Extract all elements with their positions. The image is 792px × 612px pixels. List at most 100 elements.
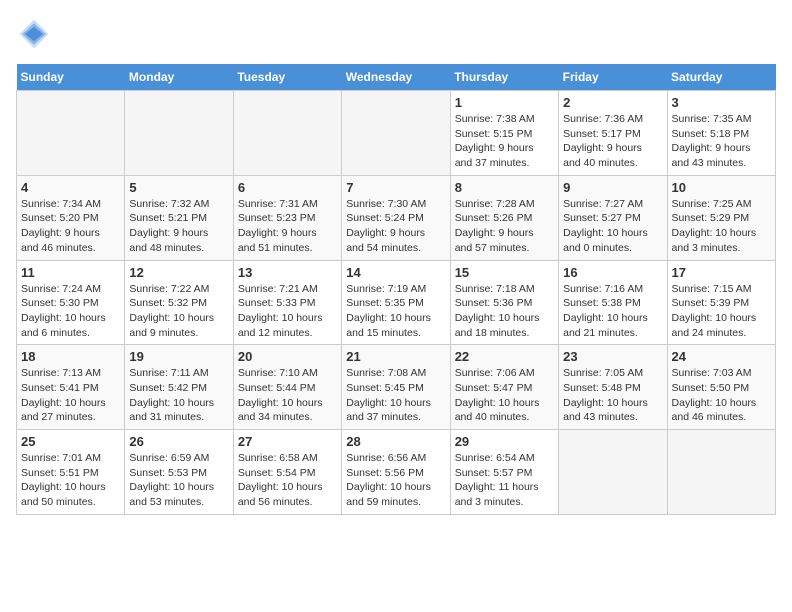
day-number: 5	[129, 180, 228, 195]
day-info: Sunrise: 7:25 AM Sunset: 5:29 PM Dayligh…	[672, 197, 771, 256]
calendar-week-row: 4 Sunrise: 7:34 AM Sunset: 5:20 PM Daylig…	[17, 175, 776, 260]
day-number: 23	[563, 349, 662, 364]
calendar-cell: 9Sunrise: 7:27 AM Sunset: 5:27 PM Daylig…	[559, 175, 667, 260]
calendar-week-row: 18 Sunrise: 7:13 AM Sunset: 5:41 PM Dayli…	[17, 345, 776, 430]
calendar-cell	[342, 91, 450, 176]
weekday-header-sunday: Sunday	[17, 64, 125, 91]
calendar-cell: 16 Sunrise: 7:16 AM Sunset: 5:38 PM Dayli…	[559, 260, 667, 345]
calendar-cell: 20 Sunrise: 7:10 AM Sunset: 5:44 PM Dayli…	[233, 345, 341, 430]
calendar-cell	[667, 430, 775, 515]
header	[16, 16, 776, 52]
day-info: Sunrise: 7:24 AM Sunset: 5:30 PM Dayligh…	[21, 282, 120, 341]
calendar-week-row: 11 Sunrise: 7:24 AM Sunset: 5:30 PM Dayli…	[17, 260, 776, 345]
day-number: 28	[346, 434, 445, 449]
day-info: Sunrise: 7:08 AM Sunset: 5:45 PM Dayligh…	[346, 366, 445, 425]
calendar-cell: 12 Sunrise: 7:22 AM Sunset: 5:32 PM Dayli…	[125, 260, 233, 345]
calendar-cell: 18 Sunrise: 7:13 AM Sunset: 5:41 PM Dayli…	[17, 345, 125, 430]
calendar-cell: 7Sunrise: 7:30 AM Sunset: 5:24 PM Daylig…	[342, 175, 450, 260]
calendar-cell: 4 Sunrise: 7:34 AM Sunset: 5:20 PM Daylig…	[17, 175, 125, 260]
calendar-cell: 28 Sunrise: 6:56 AM Sunset: 5:56 PM Dayli…	[342, 430, 450, 515]
day-info: Sunrise: 7:36 AM Sunset: 5:17 PM Dayligh…	[563, 112, 662, 171]
calendar-header: SundayMondayTuesdayWednesdayThursdayFrid…	[17, 64, 776, 91]
weekday-header-friday: Friday	[559, 64, 667, 91]
calendar-cell: 8 Sunrise: 7:28 AM Sunset: 5:26 PM Daylig…	[450, 175, 558, 260]
calendar-cell: 27Sunrise: 6:58 AM Sunset: 5:54 PM Dayli…	[233, 430, 341, 515]
day-number: 8	[455, 180, 554, 195]
calendar-cell: 29Sunrise: 6:54 AM Sunset: 5:57 PM Dayli…	[450, 430, 558, 515]
calendar-table: SundayMondayTuesdayWednesdayThursdayFrid…	[16, 64, 776, 515]
calendar-cell: 19 Sunrise: 7:11 AM Sunset: 5:42 PM Dayli…	[125, 345, 233, 430]
day-number: 1	[455, 95, 554, 110]
calendar-week-row: 1 Sunrise: 7:38 AM Sunset: 5:15 PM Daylig…	[17, 91, 776, 176]
day-info: Sunrise: 7:05 AM Sunset: 5:48 PM Dayligh…	[563, 366, 662, 425]
calendar-body: 1 Sunrise: 7:38 AM Sunset: 5:15 PM Daylig…	[17, 91, 776, 515]
day-info: Sunrise: 7:31 AM Sunset: 5:23 PM Dayligh…	[238, 197, 337, 256]
calendar-cell: 26Sunrise: 6:59 AM Sunset: 5:53 PM Dayli…	[125, 430, 233, 515]
day-number: 18	[21, 349, 120, 364]
day-info: Sunrise: 7:15 AM Sunset: 5:39 PM Dayligh…	[672, 282, 771, 341]
calendar-cell: 13 Sunrise: 7:21 AM Sunset: 5:33 PM Dayli…	[233, 260, 341, 345]
day-number: 20	[238, 349, 337, 364]
day-info: Sunrise: 7:01 AM Sunset: 5:51 PM Dayligh…	[21, 451, 120, 510]
weekday-header-row: SundayMondayTuesdayWednesdayThursdayFrid…	[17, 64, 776, 91]
calendar-cell: 11 Sunrise: 7:24 AM Sunset: 5:30 PM Dayli…	[17, 260, 125, 345]
day-info: Sunrise: 7:21 AM Sunset: 5:33 PM Dayligh…	[238, 282, 337, 341]
calendar-cell: 2 Sunrise: 7:36 AM Sunset: 5:17 PM Daylig…	[559, 91, 667, 176]
day-number: 29	[455, 434, 554, 449]
day-number: 12	[129, 265, 228, 280]
day-info: Sunrise: 7:06 AM Sunset: 5:47 PM Dayligh…	[455, 366, 554, 425]
calendar-cell	[233, 91, 341, 176]
calendar-cell	[125, 91, 233, 176]
calendar-cell: 24Sunrise: 7:03 AM Sunset: 5:50 PM Dayli…	[667, 345, 775, 430]
day-number: 22	[455, 349, 554, 364]
calendar-cell: 3Sunrise: 7:35 AM Sunset: 5:18 PM Daylig…	[667, 91, 775, 176]
day-info: Sunrise: 7:18 AM Sunset: 5:36 PM Dayligh…	[455, 282, 554, 341]
day-number: 2	[563, 95, 662, 110]
day-number: 7	[346, 180, 445, 195]
calendar-cell: 5 Sunrise: 7:32 AM Sunset: 5:21 PM Daylig…	[125, 175, 233, 260]
day-number: 14	[346, 265, 445, 280]
day-number: 11	[21, 265, 120, 280]
day-number: 25	[21, 434, 120, 449]
day-info: Sunrise: 6:56 AM Sunset: 5:56 PM Dayligh…	[346, 451, 445, 510]
day-info: Sunrise: 7:19 AM Sunset: 5:35 PM Dayligh…	[346, 282, 445, 341]
calendar-cell: 15 Sunrise: 7:18 AM Sunset: 5:36 PM Dayli…	[450, 260, 558, 345]
day-number: 9	[563, 180, 662, 195]
day-number: 19	[129, 349, 228, 364]
day-info: Sunrise: 7:03 AM Sunset: 5:50 PM Dayligh…	[672, 366, 771, 425]
day-info: Sunrise: 7:11 AM Sunset: 5:42 PM Dayligh…	[129, 366, 228, 425]
day-info: Sunrise: 7:16 AM Sunset: 5:38 PM Dayligh…	[563, 282, 662, 341]
calendar-cell: 21Sunrise: 7:08 AM Sunset: 5:45 PM Dayli…	[342, 345, 450, 430]
weekday-header-thursday: Thursday	[450, 64, 558, 91]
day-number: 3	[672, 95, 771, 110]
calendar-cell: 1 Sunrise: 7:38 AM Sunset: 5:15 PM Daylig…	[450, 91, 558, 176]
day-number: 16	[563, 265, 662, 280]
day-number: 4	[21, 180, 120, 195]
weekday-header-monday: Monday	[125, 64, 233, 91]
day-info: Sunrise: 7:32 AM Sunset: 5:21 PM Dayligh…	[129, 197, 228, 256]
logo-icon	[16, 16, 52, 52]
day-number: 13	[238, 265, 337, 280]
day-number: 17	[672, 265, 771, 280]
day-number: 15	[455, 265, 554, 280]
calendar-cell: 6 Sunrise: 7:31 AM Sunset: 5:23 PM Daylig…	[233, 175, 341, 260]
day-info: Sunrise: 7:34 AM Sunset: 5:20 PM Dayligh…	[21, 197, 120, 256]
day-info: Sunrise: 7:10 AM Sunset: 5:44 PM Dayligh…	[238, 366, 337, 425]
calendar-cell: 17 Sunrise: 7:15 AM Sunset: 5:39 PM Dayli…	[667, 260, 775, 345]
day-info: Sunrise: 7:22 AM Sunset: 5:32 PM Dayligh…	[129, 282, 228, 341]
calendar-cell: 10Sunrise: 7:25 AM Sunset: 5:29 PM Dayli…	[667, 175, 775, 260]
calendar-cell: 23 Sunrise: 7:05 AM Sunset: 5:48 PM Dayli…	[559, 345, 667, 430]
day-info: Sunrise: 6:58 AM Sunset: 5:54 PM Dayligh…	[238, 451, 337, 510]
day-info: Sunrise: 7:28 AM Sunset: 5:26 PM Dayligh…	[455, 197, 554, 256]
calendar-cell	[17, 91, 125, 176]
calendar-week-row: 25 Sunrise: 7:01 AM Sunset: 5:51 PM Dayli…	[17, 430, 776, 515]
day-number: 6	[238, 180, 337, 195]
calendar-cell: 14 Sunrise: 7:19 AM Sunset: 5:35 PM Dayli…	[342, 260, 450, 345]
day-info: Sunrise: 7:13 AM Sunset: 5:41 PM Dayligh…	[21, 366, 120, 425]
calendar-cell: 22 Sunrise: 7:06 AM Sunset: 5:47 PM Dayli…	[450, 345, 558, 430]
calendar-cell: 25 Sunrise: 7:01 AM Sunset: 5:51 PM Dayli…	[17, 430, 125, 515]
day-info: Sunrise: 6:59 AM Sunset: 5:53 PM Dayligh…	[129, 451, 228, 510]
logo	[16, 16, 56, 52]
day-info: Sunrise: 7:38 AM Sunset: 5:15 PM Dayligh…	[455, 112, 554, 171]
weekday-header-tuesday: Tuesday	[233, 64, 341, 91]
